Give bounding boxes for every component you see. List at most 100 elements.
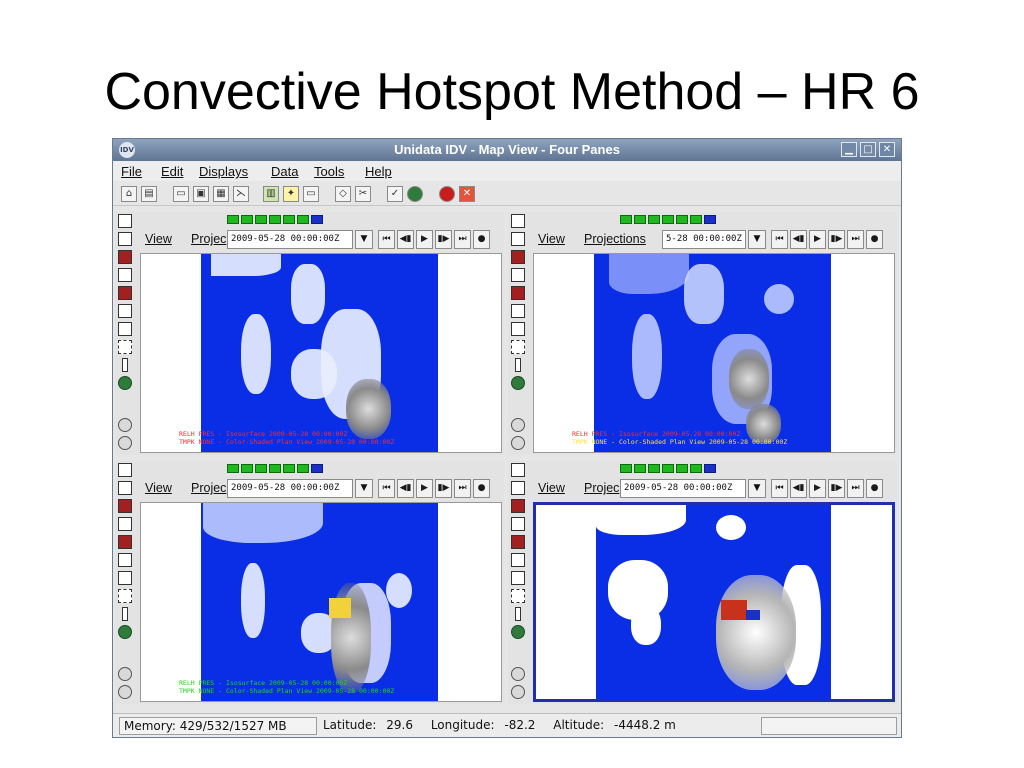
view-side-icon[interactable] [511,268,525,282]
cut-icon[interactable]: ✂ [355,186,371,202]
view-bottom-icon[interactable] [511,535,525,549]
anim-play-button[interactable]: ▶ [416,479,433,498]
vertical-scale-icon[interactable] [122,607,128,621]
time-dropdown-button[interactable]: ▼ [355,479,373,498]
open-icon[interactable]: ▭ [173,186,189,202]
zoom-in-icon[interactable] [118,667,132,681]
anim-step-forward-button[interactable]: ▮▶ [435,479,452,498]
view-menu[interactable]: View [145,232,172,246]
projections-menu[interactable]: Projec [191,481,226,495]
close-window-button[interactable]: ✕ [879,142,895,157]
view-bottom-icon[interactable] [118,286,132,300]
anim-play-button[interactable]: ▶ [416,230,433,249]
view-side-icon[interactable] [118,517,132,531]
reset-view-icon[interactable] [511,571,525,585]
reset-view-icon[interactable] [118,322,132,336]
anim-properties-button[interactable]: ● [473,230,490,249]
zoom-out-icon[interactable] [511,685,525,699]
view-cube-icon[interactable] [511,481,525,495]
anim-last-button[interactable]: ⏭ [847,479,864,498]
close-icon[interactable]: ✕ [459,186,475,202]
reset-view-icon[interactable] [511,322,525,336]
view-top-icon[interactable] [511,499,525,513]
view-menu[interactable]: View [145,481,172,495]
view-cube-icon[interactable] [511,214,525,228]
view-perspective-icon[interactable] [511,553,525,567]
view-cube-icon[interactable] [511,232,525,246]
view-cube-icon[interactable] [118,214,132,228]
save-as-icon[interactable]: ▦ [213,186,229,202]
projections-menu[interactable]: Projections [584,232,646,246]
eraser-icon[interactable]: ◇ [335,186,351,202]
menu-edit[interactable]: Edit [161,164,183,179]
vertical-scale-icon[interactable] [515,607,521,621]
projections-menu[interactable]: Projec [584,481,619,495]
map-view[interactable]: RELH PRES - Isosurface 2009-05-28 00:00:… [533,253,895,453]
map-view[interactable]: RELH PRES - Isosurface 2009-05-28 00:00:… [140,253,502,453]
projections-menu[interactable]: Projec [191,232,226,246]
zoom-out-icon[interactable] [511,436,525,450]
view-bottom-icon[interactable] [511,286,525,300]
view-menu[interactable]: View [538,232,565,246]
menu-tools[interactable]: Tools [314,164,344,179]
menu-data[interactable]: Data [271,164,298,179]
globe-icon[interactable] [511,625,525,639]
new-view-icon[interactable]: ▤ [141,186,157,202]
memory-status[interactable]: Memory: 429/532/1527 MB [119,717,317,735]
anim-first-button[interactable]: ⏮ [771,479,788,498]
anim-step-back-button[interactable]: ◀▮ [397,230,414,249]
view-cube-icon[interactable] [118,232,132,246]
view-perspective-icon[interactable] [118,304,132,318]
view-cube-icon[interactable] [118,481,132,495]
globe-icon[interactable] [118,376,132,390]
view-menu[interactable]: View [538,481,565,495]
view-cube-icon[interactable] [511,463,525,477]
view-perspective-icon[interactable] [511,304,525,318]
anim-step-forward-button[interactable]: ▮▶ [828,479,845,498]
time-selector[interactable]: 2009-05-28 00:00:00Z [227,479,353,498]
anim-step-forward-button[interactable]: ▮▶ [828,230,845,249]
view-side-icon[interactable] [118,268,132,282]
anim-properties-button[interactable]: ● [473,479,490,498]
anim-step-forward-button[interactable]: ▮▶ [435,230,452,249]
time-dropdown-button[interactable]: ▼ [748,230,766,249]
stop-icon[interactable] [439,186,455,202]
vertical-scale-icon[interactable] [515,358,521,372]
rotate-icon[interactable] [118,589,132,603]
anim-step-back-button[interactable]: ◀▮ [790,479,807,498]
edit-check-icon[interactable]: ✓ [387,186,403,202]
zoom-out-icon[interactable] [118,436,132,450]
menu-displays[interactable]: Displays [199,164,248,179]
vertical-scale-icon[interactable] [122,358,128,372]
data-chooser-icon[interactable]: ▥ [263,186,279,202]
anim-properties-button[interactable]: ● [866,479,883,498]
view-top-icon[interactable] [511,250,525,264]
save-icon[interactable]: ▣ [193,186,209,202]
globe-icon[interactable] [118,625,132,639]
anim-last-button[interactable]: ⏭ [454,230,471,249]
zoom-out-icon[interactable] [118,685,132,699]
time-dropdown-button[interactable]: ▼ [355,230,373,249]
map-view[interactable]: RELH PRES - Isosurface 2009-05-28 00:00:… [140,502,502,702]
home-icon[interactable]: ⌂ [121,186,137,202]
rotate-icon[interactable] [118,340,132,354]
view-side-icon[interactable] [511,517,525,531]
zoom-in-icon[interactable] [511,667,525,681]
anim-first-button[interactable]: ⏮ [378,479,395,498]
anim-last-button[interactable]: ⏭ [454,479,471,498]
menu-file[interactable]: File [121,164,142,179]
window-titlebar[interactable]: IDV Unidata IDV - Map View - Four Panes … [113,139,901,161]
rotate-icon[interactable] [511,340,525,354]
anim-play-button[interactable]: ▶ [809,479,826,498]
anim-properties-button[interactable]: ● [866,230,883,249]
view-top-icon[interactable] [118,250,132,264]
anim-last-button[interactable]: ⏭ [847,230,864,249]
rotate-icon[interactable] [511,589,525,603]
view-top-icon[interactable] [118,499,132,513]
zoom-in-icon[interactable] [118,418,132,432]
maximize-button[interactable]: □ [860,142,876,157]
window-icon[interactable]: ▭ [303,186,319,202]
anim-first-button[interactable]: ⏮ [378,230,395,249]
time-selector[interactable]: 2009-05-28 00:00:00Z [227,230,353,249]
globe-icon[interactable] [511,376,525,390]
